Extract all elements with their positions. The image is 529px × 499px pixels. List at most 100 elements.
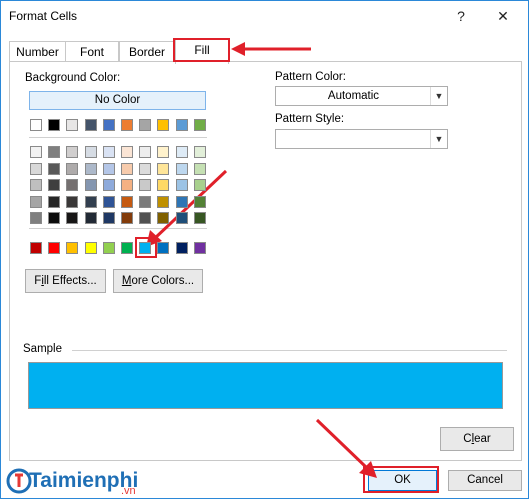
color-swatch[interactable] — [157, 179, 169, 191]
color-swatch[interactable] — [103, 195, 115, 208]
cancel-button[interactable]: Cancel — [448, 470, 522, 491]
color-swatch[interactable] — [176, 162, 188, 175]
color-swatch[interactable] — [194, 162, 206, 175]
chevron-down-icon: ▼ — [430, 87, 447, 105]
color-swatch[interactable] — [176, 119, 188, 131]
color-swatch[interactable] — [85, 212, 97, 224]
color-swatch[interactable] — [30, 195, 42, 208]
color-swatch[interactable] — [176, 242, 188, 254]
color-swatch[interactable] — [157, 195, 169, 208]
color-swatch[interactable] — [157, 212, 169, 224]
pattern-color-dropdown[interactable]: Automatic ▼ — [275, 86, 448, 106]
color-swatch[interactable] — [139, 179, 151, 191]
color-swatch[interactable] — [48, 242, 60, 254]
color-swatch[interactable] — [121, 212, 133, 224]
color-swatch[interactable] — [139, 146, 151, 158]
color-swatch[interactable] — [103, 179, 115, 191]
color-swatch[interactable] — [30, 146, 42, 158]
color-swatch[interactable] — [157, 242, 169, 254]
color-swatch[interactable] — [48, 162, 60, 175]
tab-number[interactable]: Number — [9, 41, 66, 63]
color-swatch[interactable] — [66, 195, 78, 208]
color-swatch[interactable] — [30, 119, 42, 131]
color-swatch[interactable] — [139, 242, 151, 254]
logo-suffix: .vn — [121, 485, 136, 497]
title-bar: Format Cells ? ✕ — [1, 1, 528, 32]
color-swatch[interactable] — [176, 179, 188, 191]
sample-preview — [28, 362, 503, 409]
color-swatch[interactable] — [30, 162, 42, 175]
dialog-title: Format Cells — [9, 9, 78, 23]
color-swatch[interactable] — [66, 119, 78, 131]
color-swatch[interactable] — [139, 119, 151, 131]
color-swatch[interactable] — [103, 242, 115, 254]
taimienphi-logo: Taimienphi .vn — [5, 467, 145, 497]
color-swatch[interactable] — [176, 212, 188, 224]
color-swatch[interactable] — [48, 195, 60, 208]
color-swatch[interactable] — [176, 146, 188, 158]
color-swatch[interactable] — [85, 146, 97, 158]
color-swatch[interactable] — [30, 212, 42, 224]
color-swatch[interactable] — [85, 195, 97, 208]
color-swatch[interactable] — [85, 242, 97, 254]
pattern-style-dropdown[interactable]: ▼ — [275, 129, 448, 149]
color-swatch[interactable] — [176, 195, 188, 208]
sample-label: Sample — [23, 343, 62, 355]
color-swatch[interactable] — [103, 212, 115, 224]
color-swatch[interactable] — [157, 146, 169, 158]
color-swatch[interactable] — [121, 162, 133, 175]
help-button[interactable]: ? — [447, 5, 475, 27]
color-swatch[interactable] — [194, 179, 206, 191]
sample-group-line — [72, 350, 507, 351]
color-swatch[interactable] — [194, 212, 206, 224]
clear-button[interactable]: Clear — [440, 427, 514, 451]
color-swatch[interactable] — [121, 119, 133, 131]
chevron-down-icon: ▼ — [430, 130, 447, 148]
color-swatch[interactable] — [48, 119, 60, 131]
palette-divider — [29, 137, 207, 138]
background-color-label: Background Color: — [25, 72, 121, 84]
color-swatch[interactable] — [30, 242, 42, 254]
color-swatch[interactable] — [139, 162, 151, 175]
color-swatch[interactable] — [194, 119, 206, 131]
color-swatch[interactable] — [66, 146, 78, 158]
color-swatch[interactable] — [66, 212, 78, 224]
tab-border[interactable]: Border — [119, 41, 175, 63]
color-swatch[interactable] — [48, 179, 60, 191]
color-swatch[interactable] — [30, 179, 42, 191]
color-swatch[interactable] — [66, 162, 78, 175]
color-swatch[interactable] — [157, 162, 169, 175]
color-swatch[interactable] — [121, 146, 133, 158]
color-swatch[interactable] — [194, 195, 206, 208]
color-swatch[interactable] — [121, 179, 133, 191]
more-colors-button[interactable]: More Colors... — [113, 269, 203, 293]
color-swatch[interactable] — [194, 242, 206, 254]
fill-tab-highlight — [173, 38, 230, 62]
color-swatch[interactable] — [194, 146, 206, 158]
more-colors-label: More Colors... — [121, 275, 195, 287]
color-swatch[interactable] — [66, 242, 78, 254]
clear-label: Clear — [463, 433, 491, 445]
color-swatch[interactable] — [121, 195, 133, 208]
no-color-button[interactable]: No Color — [29, 91, 206, 110]
color-swatch[interactable] — [48, 146, 60, 158]
color-swatch[interactable] — [85, 119, 97, 131]
color-swatch[interactable] — [66, 179, 78, 191]
color-swatch[interactable] — [121, 242, 133, 254]
tab-font[interactable]: Font — [65, 41, 119, 63]
color-swatch[interactable] — [103, 119, 115, 131]
color-swatch[interactable] — [48, 212, 60, 224]
arrow-to-ok-icon — [315, 418, 377, 478]
close-button[interactable]: ✕ — [489, 5, 517, 27]
fill-effects-button[interactable]: Fill Effects... — [25, 269, 106, 293]
color-swatch[interactable] — [157, 119, 169, 131]
color-swatch[interactable] — [103, 146, 115, 158]
color-swatch[interactable] — [85, 162, 97, 175]
arrow-to-fill-icon — [231, 42, 311, 56]
color-swatch[interactable] — [139, 212, 151, 224]
format-cells-dialog: Format Cells ? ✕ Number Font Border Fill… — [0, 0, 529, 499]
color-swatch[interactable] — [139, 195, 151, 208]
color-swatch[interactable] — [85, 179, 97, 191]
color-swatch[interactable] — [103, 162, 115, 175]
fill-effects-label: Fill Effects... — [34, 275, 97, 287]
